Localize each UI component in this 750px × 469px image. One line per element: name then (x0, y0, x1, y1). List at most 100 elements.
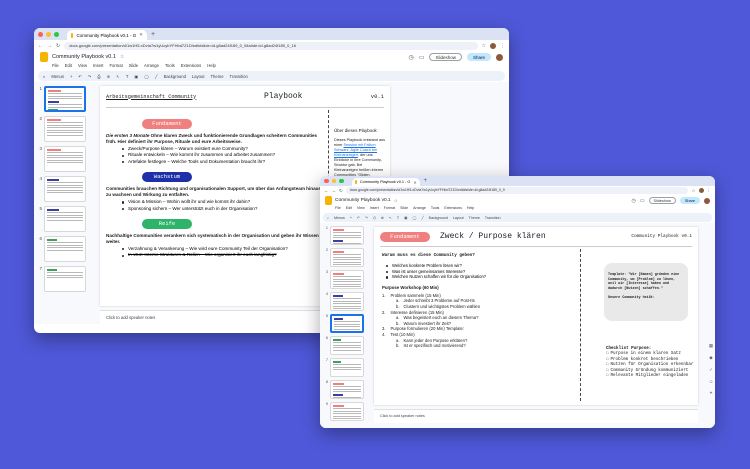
transition-button[interactable]: Transition (230, 74, 248, 79)
user-avatar[interactable] (704, 197, 710, 204)
url-field[interactable]: docs.google.com/presentation/d/1w1H5-xDv… (64, 41, 478, 50)
search-icon[interactable]: ⌕ (327, 216, 329, 220)
doc-title[interactable]: Community Playbook v0.1 (52, 54, 116, 60)
forward-arrow-icon[interactable]: → (332, 188, 337, 193)
menu-edit[interactable]: Edit (65, 63, 72, 70)
menus-search[interactable]: Menus (334, 216, 345, 220)
menus-search[interactable]: Menus (51, 74, 64, 79)
menu-extensions[interactable]: Extensions (444, 206, 462, 212)
select-cursor-icon[interactable]: ↖ (389, 216, 392, 220)
theme-button[interactable]: Theme (469, 216, 480, 220)
new-tab-button[interactable]: + (151, 31, 155, 38)
new-tab-button[interactable]: + (424, 178, 428, 184)
select-cursor-icon[interactable]: ↖ (116, 74, 120, 79)
slide-thumbnail[interactable] (330, 402, 364, 421)
redo-icon[interactable]: ↷ (365, 216, 368, 220)
textbox-icon[interactable]: T (397, 216, 399, 220)
transition-button[interactable]: Transition (485, 216, 501, 220)
user-avatar[interactable] (496, 53, 503, 61)
menu-tools[interactable]: Tools (431, 206, 439, 212)
slides-logo-icon[interactable] (40, 52, 48, 62)
bookmark-star-icon[interactable]: ☆ (482, 43, 486, 49)
menu-format[interactable]: Format (109, 63, 122, 70)
reload-icon[interactable]: ↻ (56, 43, 60, 49)
image-icon[interactable]: ▣ (404, 216, 407, 220)
checkbox-icon[interactable]: ☐ (606, 374, 609, 379)
textbox-icon[interactable]: T (126, 74, 129, 79)
share-button[interactable]: Share (466, 53, 491, 61)
slide-thumbnail[interactable] (44, 266, 86, 292)
shape-icon[interactable]: ◯ (144, 74, 149, 79)
slide-thumbnail[interactable] (330, 358, 364, 377)
slide-thumbnail[interactable] (330, 380, 364, 399)
close-tab-icon[interactable]: ✕ (139, 32, 143, 38)
line-icon[interactable]: ╱ (422, 216, 424, 220)
redo-icon[interactable]: ↷ (88, 74, 92, 79)
slideshow-button[interactable]: Slideshow (429, 53, 462, 61)
slide-thumbnail[interactable] (330, 270, 364, 289)
slide-thumbnail[interactable] (44, 146, 86, 172)
search-icon[interactable]: ⌕ (43, 74, 45, 79)
theme-button[interactable]: Theme (211, 74, 224, 79)
menu-view[interactable]: View (78, 63, 87, 70)
background-button[interactable]: Background (164, 74, 186, 79)
maximize-window-button[interactable] (54, 31, 59, 37)
undo-icon[interactable]: ↶ (78, 74, 82, 79)
menu-file[interactable]: File (52, 63, 59, 70)
print-icon[interactable]: ⎙ (373, 216, 376, 220)
comment-icon[interactable]: ▭ (640, 198, 645, 204)
slide-thumbnail[interactable] (44, 116, 86, 142)
calendar-icon[interactable]: ▦ (709, 343, 713, 349)
slide-thumbnail[interactable] (330, 248, 364, 267)
background-button[interactable]: Background (429, 216, 448, 220)
menu-arrange[interactable]: Arrange (413, 206, 426, 212)
menu-insert[interactable]: Insert (93, 63, 103, 70)
contacts-icon[interactable]: ☺ (709, 379, 714, 384)
close-window-button[interactable] (38, 31, 43, 37)
doc-title[interactable]: Community Playbook v0.1 (335, 198, 391, 203)
menu-view[interactable]: View (357, 206, 365, 212)
back-arrow-icon[interactable]: ← (324, 188, 329, 193)
browser-tab[interactable]: Community Playbook v0.1 - G ✕ (351, 178, 420, 186)
speaker-notes[interactable]: Click to add speaker notes (374, 409, 698, 423)
menu-help[interactable]: Help (467, 206, 474, 212)
menu-insert[interactable]: Insert (370, 206, 379, 212)
layout-button[interactable]: Layout (192, 74, 205, 79)
shape-icon[interactable]: ◯ (412, 216, 416, 220)
menu-format[interactable]: Format (384, 206, 395, 212)
image-icon[interactable]: ▣ (134, 74, 138, 79)
slide-thumbnail[interactable] (44, 86, 86, 112)
zoom-icon[interactable]: ⊕ (381, 216, 384, 220)
forward-arrow-icon[interactable]: → (47, 43, 52, 49)
star-icon[interactable]: ☆ (394, 198, 398, 204)
slideshow-button[interactable]: Slideshow (648, 197, 676, 204)
slides-logo-icon[interactable] (325, 196, 332, 205)
browser-menu-icon[interactable]: ⋮ (500, 43, 505, 49)
maximize-window-button[interactable] (339, 178, 344, 184)
slide-thumbnail[interactable] (44, 206, 86, 232)
menu-file[interactable]: File (335, 206, 341, 212)
new-slide-icon[interactable]: + (70, 74, 72, 79)
slide-thumbnail[interactable] (330, 226, 364, 245)
history-icon[interactable]: ◷ (409, 54, 414, 61)
menu-help[interactable]: Help (207, 63, 216, 70)
zoom-icon[interactable]: ⊕ (107, 74, 111, 79)
menu-slide[interactable]: Slide (129, 63, 138, 70)
share-button[interactable]: Share (679, 197, 700, 204)
slide-thumbnail[interactable] (330, 292, 364, 311)
slide-thumbnail[interactable] (330, 314, 364, 333)
layout-button[interactable]: Layout (453, 216, 464, 220)
star-icon[interactable]: ☆ (120, 54, 124, 60)
menu-extensions[interactable]: Extensions (181, 63, 201, 70)
menu-tools[interactable]: Tools (165, 63, 175, 70)
reload-icon[interactable]: ↻ (339, 188, 343, 194)
keep-icon[interactable]: ◆ (709, 355, 712, 361)
close-window-button[interactable] (324, 178, 329, 184)
line-icon[interactable]: ╱ (155, 74, 158, 79)
url-field[interactable]: docs.google.com/presentation/d/1w1H5-xDv… (345, 187, 689, 194)
profile-avatar[interactable] (698, 188, 704, 193)
browser-tab[interactable]: Community Playbook v0.1 - G ✕ (67, 30, 147, 40)
maps-icon[interactable]: ⌖ (710, 390, 713, 395)
slide-purpose[interactable]: Fundament Zweck / Purpose klären Communi… (374, 227, 698, 405)
undo-icon[interactable]: ↶ (357, 216, 360, 220)
